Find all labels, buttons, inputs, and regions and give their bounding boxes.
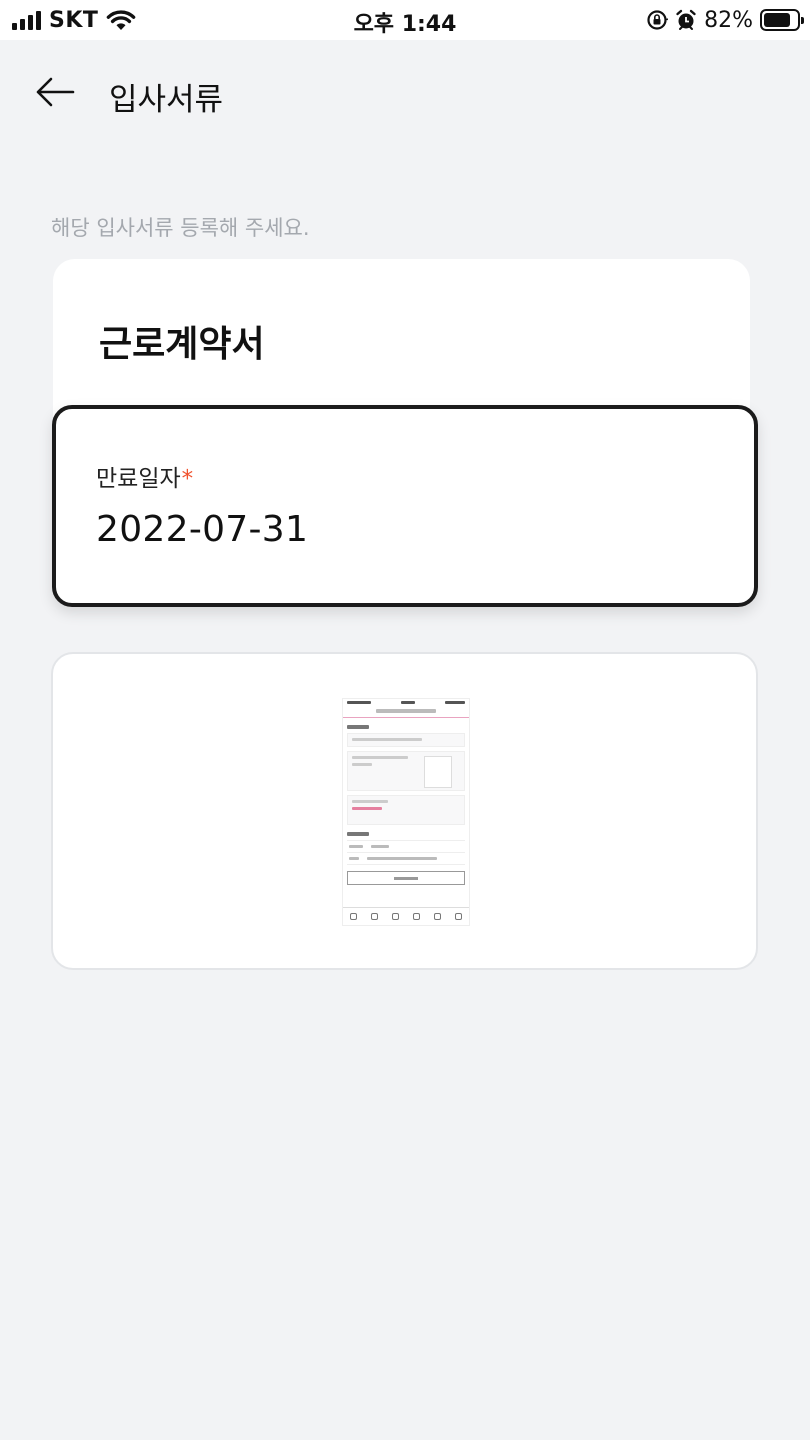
- expiration-label-text: 만료일자: [96, 466, 181, 492]
- expiration-date-field[interactable]: 만료일자* 2022-07-31: [52, 405, 758, 607]
- required-mark: *: [181, 466, 194, 492]
- attachment-card[interactable]: [51, 652, 758, 970]
- battery-percent: 82%: [704, 7, 753, 33]
- status-bar: SKT 오후 1:44 82%: [0, 0, 810, 40]
- back-button[interactable]: [28, 70, 82, 114]
- expiration-date-value[interactable]: 2022-07-31: [96, 509, 308, 550]
- alarm-icon: [676, 9, 696, 30]
- battery-icon: [760, 9, 804, 31]
- expiration-date-label: 만료일자*: [96, 459, 193, 493]
- orientation-lock-icon: [647, 10, 669, 30]
- page-title: 입사서류: [109, 82, 224, 118]
- status-right: 82%: [646, 6, 804, 34]
- arrow-left-icon: [36, 77, 75, 107]
- instruction-text: 해당 입사서류 등록해 주세요.: [51, 216, 310, 240]
- document-title: 근로계약서: [99, 324, 265, 365]
- app-header: 입사서류: [0, 40, 810, 140]
- attachment-thumbnail[interactable]: [342, 698, 470, 926]
